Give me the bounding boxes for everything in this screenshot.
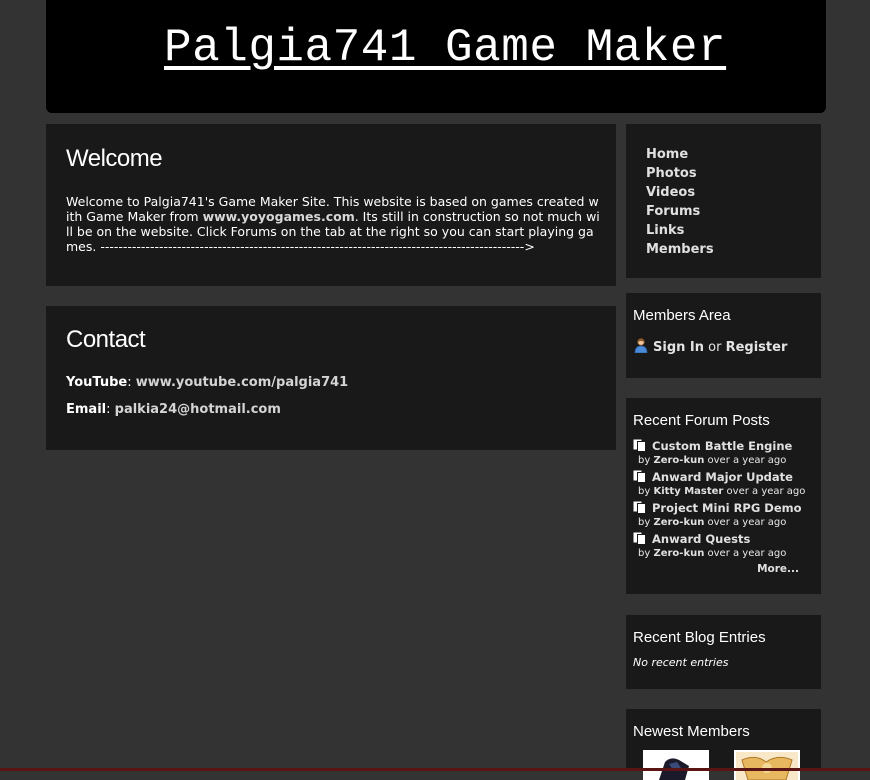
welcome-text: Welcome to Palgia741's Game Maker Site. … <box>66 194 601 254</box>
email-label: Email <box>66 402 107 417</box>
document-icon <box>633 439 647 455</box>
forum-post: Project Mini RPG Demo by Zero-kun over a… <box>633 501 818 528</box>
member-avatar[interactable] <box>734 750 800 780</box>
forum-post-author[interactable]: Zero-kun <box>653 517 704 528</box>
document-icon <box>633 532 647 548</box>
forum-post-title-text[interactable]: Anward Quests <box>652 532 750 546</box>
forum-post-title-text[interactable]: Project Mini RPG Demo <box>652 501 802 515</box>
contact-panel: Contact YouTube: www.youtube.com/palgia7… <box>46 306 616 450</box>
forum-post-time: over a year ago <box>707 517 787 528</box>
nav-item-home[interactable]: Home <box>646 145 714 164</box>
members-area-panel: Members Area Sign In or Register <box>626 293 821 378</box>
by-text: by <box>638 548 651 559</box>
member-avatar-image <box>645 752 707 780</box>
forum-post-author[interactable]: Zero-kun <box>653 455 704 466</box>
or-text: or <box>708 340 722 355</box>
member-avatar[interactable] <box>643 750 709 780</box>
forum-more-link[interactable]: More... <box>757 563 799 575</box>
forum-title: Recent Forum Posts <box>633 412 770 429</box>
recent-forum-posts-panel: Recent Forum Posts Custom Battle Engine … <box>626 398 821 594</box>
nav-panel: Home Photos Videos Forums Links Members <box>626 124 821 278</box>
youtube-label: YouTube <box>66 375 128 390</box>
forum-post-title[interactable]: Anward Major Update <box>633 470 818 486</box>
contact-email: Email: palkia24@hotmail.com <box>66 402 281 417</box>
register-link[interactable]: Register <box>726 340 788 355</box>
nav-item-forums[interactable]: Forums <box>646 202 714 221</box>
forum-post-time: over a year ago <box>707 455 787 466</box>
site-header: Palgia741 Game Maker <box>46 0 826 113</box>
site-title[interactable]: Palgia741 Game Maker <box>164 22 726 74</box>
contact-heading: Contact <box>66 326 146 353</box>
by-text: by <box>638 455 651 466</box>
welcome-heading: Welcome <box>66 145 163 172</box>
nav-item-videos[interactable]: Videos <box>646 183 714 202</box>
forum-post-meta: by Zero-kun over a year ago <box>638 517 818 528</box>
forum-post-author[interactable]: Zero-kun <box>653 548 704 559</box>
forum-post-title[interactable]: Custom Battle Engine <box>633 439 818 455</box>
document-icon <box>633 501 647 517</box>
by-text: by <box>638 517 651 528</box>
yoyogames-link[interactable]: www.yoyogames.com <box>203 209 355 224</box>
blog-title: Recent Blog Entries <box>633 629 766 646</box>
forum-post: Custom Battle Engine by Zero-kun over a … <box>633 439 818 466</box>
nav-menu: Home Photos Videos Forums Links Members <box>646 145 714 259</box>
forum-post-time: over a year ago <box>707 548 787 559</box>
forum-post-meta: by Kitty Master over a year ago <box>638 486 818 497</box>
forum-post: Anward Major Update by Kitty Master over… <box>633 470 818 497</box>
document-icon <box>633 470 647 486</box>
forum-post-title-text[interactable]: Custom Battle Engine <box>652 439 792 453</box>
user-icon <box>633 338 649 357</box>
sign-in-link[interactable]: Sign In <box>653 340 704 355</box>
forum-post-title[interactable]: Anward Quests <box>633 532 818 548</box>
email-link[interactable]: palkia24@hotmail.com <box>115 402 281 417</box>
welcome-panel: Welcome Welcome to Palgia741's Game Make… <box>46 124 616 286</box>
forum-post-time: over a year ago <box>726 486 806 497</box>
forum-post-title[interactable]: Project Mini RPG Demo <box>633 501 818 517</box>
nav-item-photos[interactable]: Photos <box>646 164 714 183</box>
forum-post-author[interactable]: Kitty Master <box>653 486 723 497</box>
contact-youtube: YouTube: www.youtube.com/palgia741 <box>66 375 349 390</box>
forum-post-meta: by Zero-kun over a year ago <box>638 548 818 559</box>
signin-row: Sign In or Register <box>633 338 787 357</box>
by-text: by <box>638 486 651 497</box>
youtube-link[interactable]: www.youtube.com/palgia741 <box>136 375 348 390</box>
members-area-title: Members Area <box>633 307 731 324</box>
forum-post-title-text[interactable]: Anward Major Update <box>652 470 793 484</box>
member-avatar-image <box>736 752 798 780</box>
newest-members-panel: Newest Members <box>626 709 821 780</box>
blog-empty-text: No recent entries <box>633 656 729 669</box>
recent-blog-entries-panel: Recent Blog Entries No recent entries <box>626 615 821 689</box>
forum-post-meta: by Zero-kun over a year ago <box>638 455 818 466</box>
nav-item-members[interactable]: Members <box>646 240 714 259</box>
forum-post: Anward Quests by Zero-kun over a year ag… <box>633 532 818 559</box>
nav-item-links[interactable]: Links <box>646 221 714 240</box>
newest-members-title: Newest Members <box>633 723 750 740</box>
